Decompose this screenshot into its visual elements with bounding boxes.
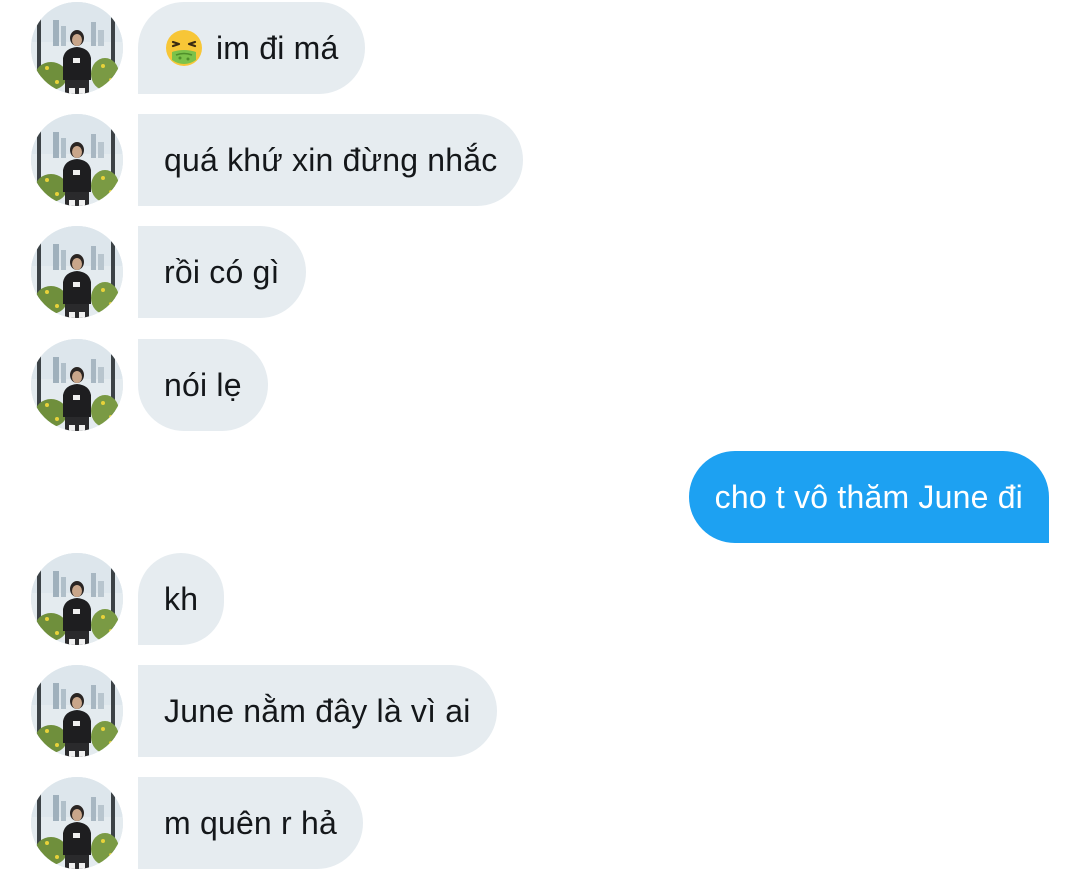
message-row: June nằm đây là vì ai (0, 665, 1080, 757)
contact-avatar[interactable] (31, 553, 123, 645)
conversation-thread: im đi má quá khứ xin đừng nhắc rồi có gì… (0, 0, 1080, 871)
incoming-message-bubble[interactable]: m quên r hả (138, 777, 363, 869)
message-row: kh (0, 553, 1080, 645)
contact-avatar[interactable] (31, 2, 123, 94)
message-row: rồi có gì (0, 226, 1080, 318)
contact-avatar[interactable] (31, 226, 123, 318)
message-text: m quên r hả (164, 804, 337, 841)
message-row: nói lẹ (0, 339, 1080, 431)
incoming-message-bubble[interactable]: nói lẹ (138, 339, 268, 431)
message-text: im đi má (216, 29, 339, 66)
message-text: rồi có gì (164, 253, 280, 290)
message-row: quá khứ xin đừng nhắc (0, 114, 1080, 206)
outgoing-message-bubble[interactable]: cho t vô thăm June đi (688, 451, 1049, 543)
incoming-message-bubble[interactable]: rồi có gì (138, 226, 306, 318)
message-row: im đi má (0, 2, 1080, 94)
contact-avatar[interactable] (31, 777, 123, 869)
contact-avatar[interactable] (31, 114, 123, 206)
message-text: June nằm đây là vì ai (164, 692, 471, 729)
contact-avatar[interactable] (31, 665, 123, 757)
nauseated-face-icon (164, 28, 204, 68)
message-text: quá khứ xin đừng nhắc (164, 141, 498, 178)
message-text: kh (164, 580, 199, 617)
incoming-message-bubble[interactable]: June nằm đây là vì ai (138, 665, 497, 757)
incoming-message-bubble[interactable]: kh (138, 553, 225, 645)
contact-avatar[interactable] (31, 339, 123, 431)
incoming-message-bubble[interactable]: im đi má (138, 2, 365, 94)
message-text: cho t vô thăm June đi (714, 478, 1023, 515)
message-text: nói lẹ (164, 366, 242, 403)
message-row: cho t vô thăm June đi (0, 451, 1080, 543)
message-row: m quên r hả (0, 777, 1080, 869)
incoming-message-bubble[interactable]: quá khứ xin đừng nhắc (138, 114, 524, 206)
